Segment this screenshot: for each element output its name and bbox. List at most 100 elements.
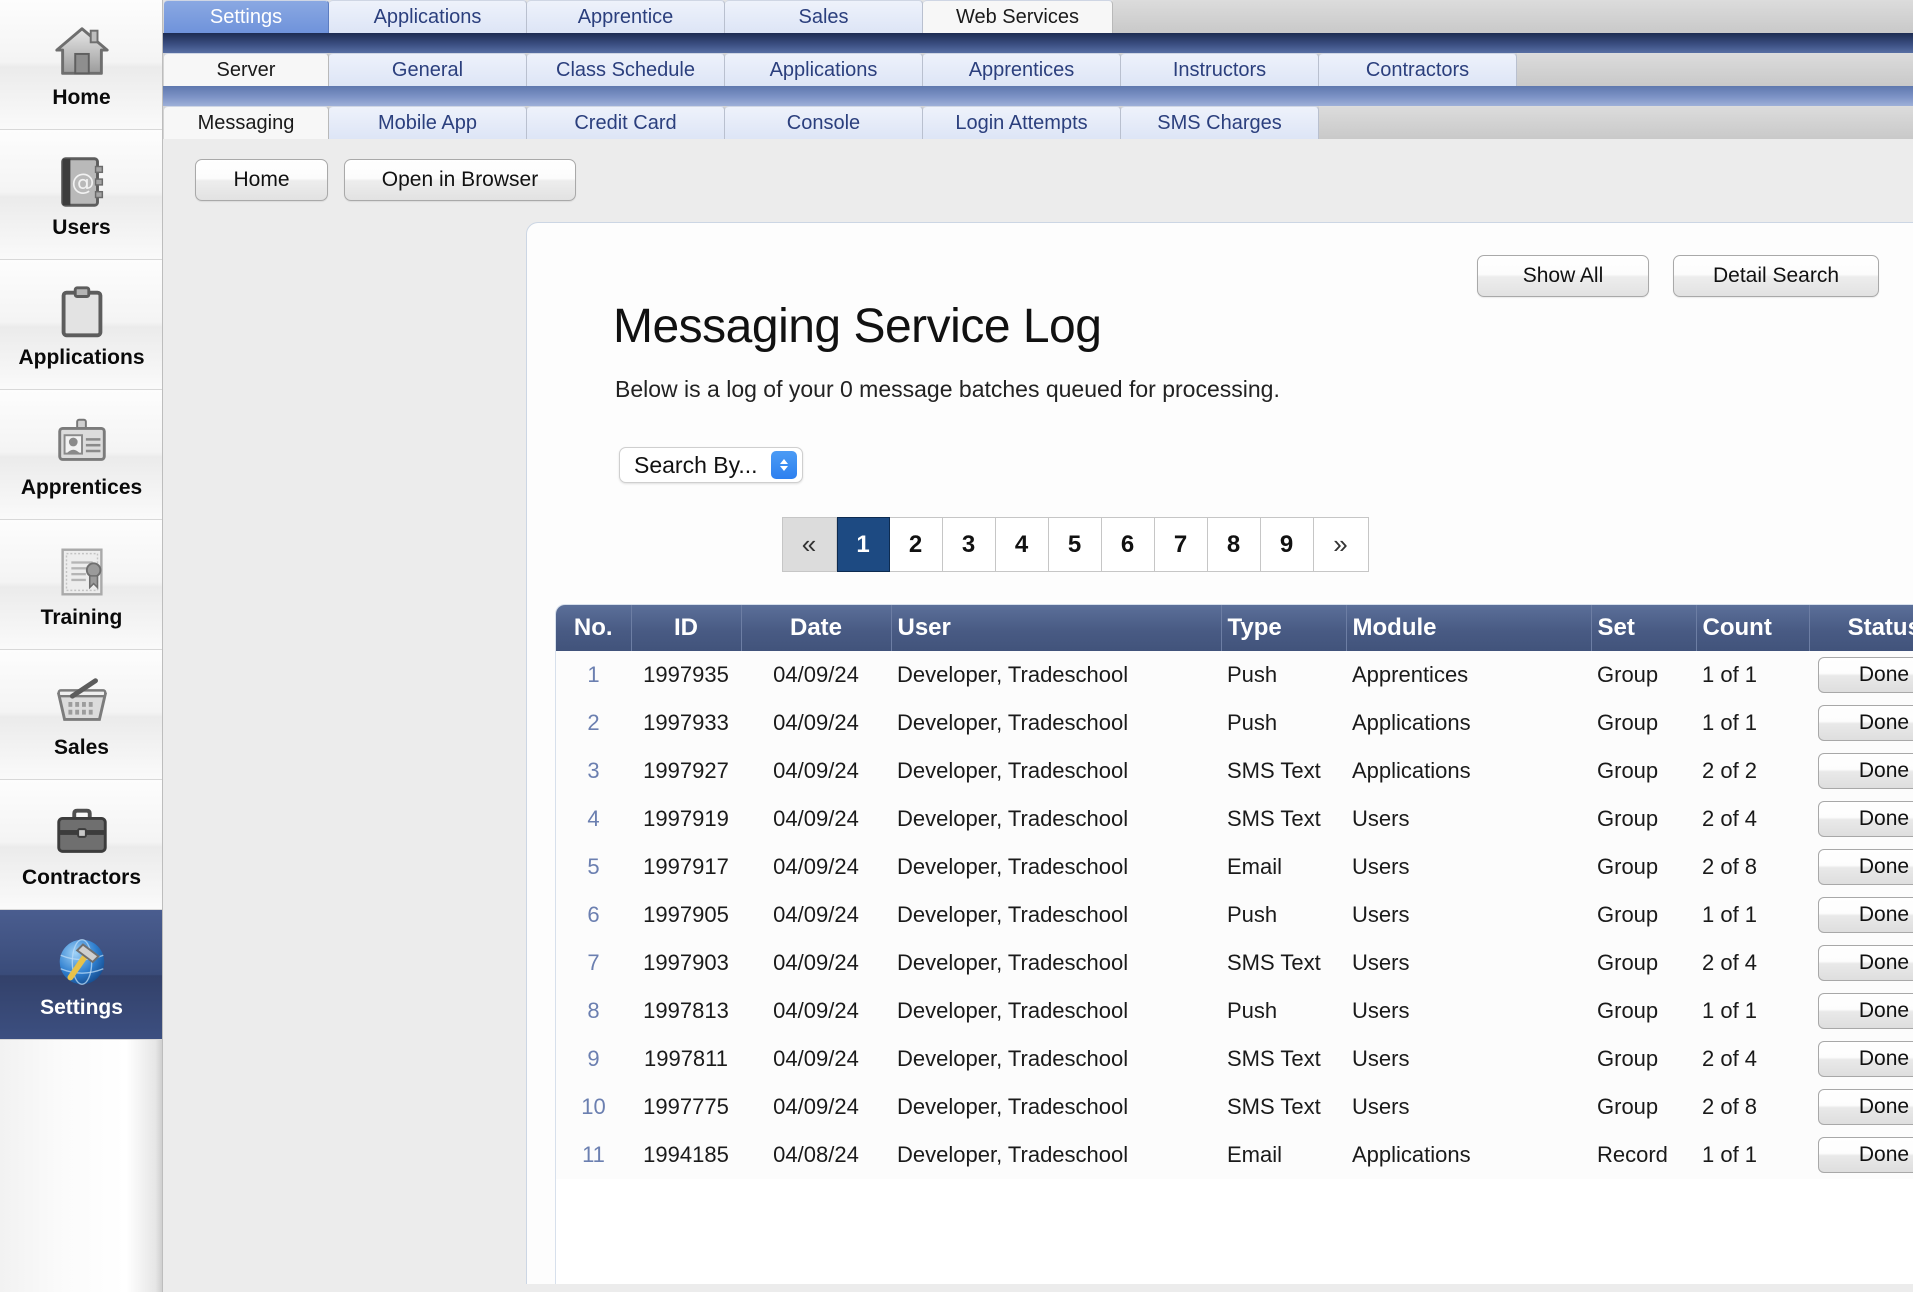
pagination-page-9[interactable]: 9 [1260,517,1314,572]
table-row[interactable]: 4 1997919 04/09/24 Developer, Tradeschool SM… [556,795,1913,843]
cell-module: Applications [1346,1131,1591,1179]
column-header-type[interactable]: Type [1221,605,1347,651]
tab-applications-2[interactable]: Applications [725,53,923,86]
tab-label: Console [786,111,861,134]
cell-id: 1997775 [631,1083,741,1131]
status-done-button[interactable]: Done [1817,657,1913,693]
tab-apprentice[interactable]: Apprentice [527,0,725,33]
column-header-module[interactable]: Module [1346,605,1592,651]
cell-no: 1 [556,651,631,699]
pagination-page-7[interactable]: 7 [1154,517,1208,572]
status-done-button[interactable]: Done [1817,1041,1913,1077]
sidebar-item-sales[interactable]: Sales [0,650,162,780]
main-pane: Settings Applications Apprentice Sales W… [163,0,1913,1292]
pagination-page-6[interactable]: 6 [1101,517,1155,572]
column-header-date[interactable]: Date [741,605,892,651]
tab-label: Settings [209,5,283,28]
house-icon [51,21,113,83]
pagination-page-2[interactable]: 2 [889,517,943,572]
pagination-page-5[interactable]: 5 [1048,517,1102,572]
tab-apprentices[interactable]: Apprentices [923,53,1121,86]
pagination: « 1 2 3 4 5 6 7 8 9 » [527,517,1913,572]
tab-class-schedule[interactable]: Class Schedule [527,53,725,86]
status-done-button[interactable]: Done [1817,945,1913,981]
pagination-next[interactable]: » [1313,517,1369,572]
status-done-button[interactable]: Done [1817,801,1913,837]
tab-login-attempts[interactable]: Login Attempts [923,106,1121,139]
sidebar-item-training[interactable]: Training [0,520,162,650]
table-row[interactable]: 9 1997811 04/09/24 Developer, Tradeschool SM… [556,1035,1913,1083]
table-row[interactable]: 10 1997775 04/09/24 Developer, Tradeschool S… [556,1083,1913,1131]
sidebar-item-contractors[interactable]: Contractors [0,780,162,910]
column-header-set[interactable]: Set [1591,605,1697,651]
tab-sales[interactable]: Sales [725,0,923,33]
tab-instructors[interactable]: Instructors [1121,53,1319,86]
detail-search-button[interactable]: Detail Search [1673,255,1879,297]
tab-sms-charges[interactable]: SMS Charges [1121,106,1319,139]
tab-label: Credit Card [574,111,677,134]
tab-web-services[interactable]: Web Services [923,0,1113,33]
cell-no: 7 [556,939,631,987]
sidebar-item-applications[interactable]: Applications [0,260,162,390]
home-button[interactable]: Home [195,159,328,201]
pagination-prev[interactable]: « [781,517,837,572]
sidebar-item-apprentices[interactable]: Apprentices [0,390,162,520]
cell-module: Users [1346,843,1591,891]
status-done-button[interactable]: Done [1817,753,1913,789]
tab-console[interactable]: Console [725,106,923,139]
status-done-button[interactable]: Done [1817,705,1913,741]
table-row[interactable]: 2 1997933 04/09/24 Developer, Tradeschool Pu… [556,699,1913,747]
tabbar-level3: Messaging Mobile App Credit Card Console… [163,106,1913,139]
card-action-buttons: Show All Detail Search [1477,255,1879,297]
table-row[interactable]: 3 1997927 04/09/24 Developer, Tradeschool SM… [556,747,1913,795]
column-header-id[interactable]: ID [631,605,742,651]
cell-module: Users [1346,939,1591,987]
tab-mobile-app[interactable]: Mobile App [329,106,527,139]
tab-settings[interactable]: Settings [164,0,329,33]
tab-applications[interactable]: Applications [329,0,527,33]
column-header-no[interactable]: No. [556,605,632,651]
log-table-panel: No. ID Date User Type Module Set Count S… [555,604,1913,1284]
column-header-user[interactable]: User [891,605,1222,651]
sidebar-item-users[interactable]: @ Users [0,130,162,260]
pagination-page-4[interactable]: 4 [995,517,1049,572]
status-done-button[interactable]: Done [1817,1137,1913,1173]
chevron-up-down-icon[interactable] [770,451,797,479]
status-done-button[interactable]: Done [1817,897,1913,933]
column-header-status[interactable]: Status [1809,605,1913,651]
table-row[interactable]: 7 1997903 04/09/24 Developer, Tradeschool SM… [556,939,1913,987]
cell-set: Group [1591,651,1696,699]
cell-set: Record [1591,1131,1696,1179]
search-by-select[interactable]: Search By... [619,447,803,483]
cell-set: Group [1591,795,1696,843]
pagination-page-8[interactable]: 8 [1207,517,1261,572]
show-all-button[interactable]: Show All [1477,255,1649,297]
cell-no: 4 [556,795,631,843]
column-header-count[interactable]: Count [1696,605,1810,651]
tab-contractors[interactable]: Contractors [1319,53,1517,86]
status-done-button[interactable]: Done [1817,849,1913,885]
cell-date: 04/09/24 [741,1035,891,1083]
sidebar-item-settings[interactable]: Settings [0,910,162,1040]
cell-count: 2 of 2 [1696,747,1809,795]
table-row[interactable]: 8 1997813 04/09/24 Developer, Tradeschool Pu… [556,987,1913,1035]
messaging-log-table: No. ID Date User Type Module Set Count S… [556,605,1913,1179]
open-in-browser-button[interactable]: Open in Browser [344,159,576,201]
cell-module: Users [1346,1035,1591,1083]
pagination-page-1[interactable]: 1 [836,517,890,572]
table-row[interactable]: 6 1997905 04/09/24 Developer, Tradeschool Pu… [556,891,1913,939]
table-row[interactable]: 1 1997935 04/09/24 Developer, Tradeschool Pu… [556,651,1913,699]
status-done-button[interactable]: Done [1817,993,1913,1029]
tab-messaging[interactable]: Messaging [164,106,329,139]
table-row[interactable]: 5 1997917 04/09/24 Developer, Tradeschool Em… [556,843,1913,891]
cell-count: 2 of 8 [1696,1083,1809,1131]
table-row[interactable]: 11 1994185 04/08/24 Developer, Tradeschool E… [556,1131,1913,1179]
tab-general[interactable]: General [329,53,527,86]
tab-label: Login Attempts [955,111,1088,134]
tab-server[interactable]: Server [164,53,329,86]
sidebar-item-home[interactable]: Home [0,0,162,130]
status-done-button[interactable]: Done [1817,1089,1913,1125]
cell-date: 04/09/24 [741,651,891,699]
tab-credit-card[interactable]: Credit Card [527,106,725,139]
pagination-page-3[interactable]: 3 [942,517,996,572]
